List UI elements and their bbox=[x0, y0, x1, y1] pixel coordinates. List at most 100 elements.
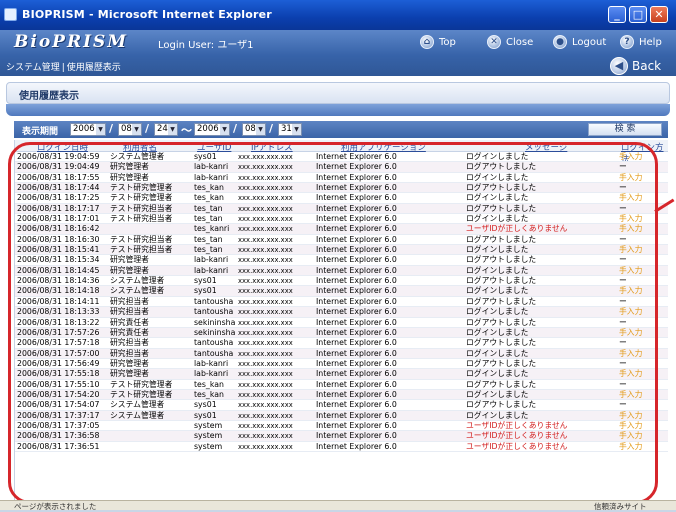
table-row: 2006/08/31 18:15:41 テスト研究担当者 tes_tan xxx.xx… bbox=[15, 245, 668, 256]
table-row: 2006/08/31 18:14:36 システム管理者 sys01 xxx.xxx.x… bbox=[15, 276, 668, 287]
period-filter: 表示期間 2006 ▼ / 08 ▼ / 24 ▼ ～ 2006 ▼ / 08 ▼ / 3… bbox=[14, 121, 668, 138]
cell-user-name: システム管理者 bbox=[110, 152, 165, 161]
cell-message: ログアウトしました bbox=[466, 338, 537, 348]
cell-message: ログアウトしました bbox=[466, 317, 537, 327]
cell-message: ログインしました bbox=[466, 172, 529, 182]
minimize-button[interactable]: _ bbox=[608, 6, 626, 23]
cell-message: ログインしました bbox=[466, 286, 529, 296]
top-button[interactable]: ⌂ Top bbox=[420, 34, 456, 50]
search-button[interactable]: 検 索 bbox=[588, 123, 662, 136]
from-day-select[interactable]: 24 ▼ bbox=[154, 123, 178, 136]
logout-button[interactable]: ● Logout bbox=[553, 34, 606, 50]
cell-application: Internet Explorer 6.0 bbox=[316, 183, 397, 193]
cell-login-method: 手入力 bbox=[619, 265, 643, 275]
close-button[interactable]: ✕ Close bbox=[487, 34, 533, 50]
cell-login-time: 2006/08/31 18:16:30 bbox=[17, 234, 100, 244]
cell-message: ログアウトしました bbox=[466, 255, 537, 265]
cell-ip-address: xxx.xxx.xxx.xxx bbox=[238, 401, 293, 410]
cell-user-name: システム管理者 bbox=[110, 400, 165, 410]
cell-message: ログアウトしました bbox=[466, 276, 537, 286]
page-title: 使用履歴表示 bbox=[19, 91, 79, 102]
back-button[interactable]: ◀ Back bbox=[610, 57, 661, 75]
help-button[interactable]: ? Help bbox=[620, 34, 662, 50]
cell-message: ログインしました bbox=[466, 193, 529, 203]
cell-application: Internet Explorer 6.0 bbox=[316, 369, 397, 379]
cell-user-id: tes_kan bbox=[194, 379, 224, 389]
cell-login-method: 手入力 bbox=[619, 369, 643, 379]
cell-login-method: ー bbox=[619, 400, 627, 410]
cell-user-id: sekininsha bbox=[194, 327, 236, 337]
table-row: 2006/08/31 18:16:30 テスト研究担当者 tes_tan xxx.xx… bbox=[15, 234, 668, 246]
from-year-select[interactable]: 2006 ▼ bbox=[70, 123, 106, 136]
table-row: 2006/08/31 18:14:45 研究管理者 lab-kanri xxx.xxx… bbox=[15, 265, 668, 277]
cell-login-time: 2006/08/31 18:13:33 bbox=[17, 307, 100, 317]
cell-user-id: system bbox=[194, 420, 223, 430]
cell-application: Internet Explorer 6.0 bbox=[316, 441, 397, 451]
cell-user-name: 研究管理者 bbox=[110, 162, 149, 172]
cell-user-name: 研究担当者 bbox=[110, 296, 149, 306]
cell-ip-address: xxx.xxx.xxx.xxx bbox=[238, 235, 293, 244]
cell-user-id: sekininsha bbox=[194, 317, 236, 327]
cell-user-name: 研究担当者 bbox=[110, 307, 149, 317]
cell-user-name: 研究管理者 bbox=[110, 255, 149, 265]
to-year-select[interactable]: 2006 ▼ bbox=[194, 123, 230, 136]
breadcrumb-usage-history: 使用履歴表示 bbox=[66, 63, 121, 73]
table-row: 2006/08/31 17:57:26 研究責任者 sekininsha xxx.xx… bbox=[15, 327, 668, 339]
close-label: Close bbox=[506, 36, 534, 48]
dropdown-arrow-icon: ▼ bbox=[256, 124, 265, 135]
cell-user-id: tes_tan bbox=[194, 214, 223, 224]
cell-login-time: 2006/08/31 17:37:05 bbox=[17, 420, 100, 430]
cell-ip-address: xxx.xxx.xxx.xxx bbox=[238, 370, 293, 379]
table-row: 2006/08/31 17:54:07 システム管理者 sys01 xxx.xxx.x… bbox=[15, 400, 668, 411]
ie-app-icon bbox=[4, 8, 17, 21]
maximize-button[interactable]: □ bbox=[629, 6, 647, 23]
cell-login-time: 2006/08/31 17:36:51 bbox=[17, 441, 100, 451]
dropdown-arrow-icon: ▼ bbox=[292, 124, 301, 135]
logout-label: Logout bbox=[572, 36, 607, 48]
cell-login-method: 手入力 bbox=[619, 245, 643, 255]
cell-user-id: system bbox=[194, 441, 223, 451]
cell-login-time: 2006/08/31 17:57:18 bbox=[17, 338, 100, 348]
home-icon: ⌂ bbox=[420, 35, 434, 49]
table-row: 2006/08/31 18:17:25 テスト研究管理者 tes_kan xxx.xx… bbox=[15, 193, 668, 204]
breadcrumb-system-admin[interactable]: システム管理 bbox=[6, 63, 60, 73]
cell-message: ログアウトしました bbox=[466, 203, 537, 213]
cell-login-method: ー bbox=[619, 296, 627, 306]
table-row: 2006/08/31 17:36:58 system xxx.xxx.xxx.xxx… bbox=[15, 431, 668, 442]
period-label: 表示期間 bbox=[22, 127, 59, 137]
login-user: ユーザ1 bbox=[217, 40, 254, 51]
cell-application: Internet Explorer 6.0 bbox=[316, 296, 397, 306]
cell-ip-address: xxx.xxx.xxx.xxx bbox=[238, 432, 293, 441]
cell-user-id: tes_kan bbox=[194, 193, 224, 203]
from-month-select[interactable]: 08 ▼ bbox=[118, 123, 142, 136]
cell-user-id: lab-kanri bbox=[194, 369, 229, 379]
cell-message: ログアウトしました bbox=[466, 183, 537, 193]
cell-application: Internet Explorer 6.0 bbox=[316, 338, 397, 348]
close-window-button[interactable]: ✕ bbox=[650, 6, 668, 23]
login-label: Login User: bbox=[158, 40, 215, 51]
to-day-select[interactable]: 31 ▼ bbox=[278, 123, 302, 136]
cell-message: ログインしました bbox=[466, 348, 529, 358]
cell-login-method: 手入力 bbox=[619, 348, 643, 358]
cell-message: ログインしました bbox=[466, 214, 529, 224]
cell-ip-address: xxx.xxx.xxx.xxx bbox=[238, 328, 293, 337]
to-month-select[interactable]: 08 ▼ bbox=[242, 123, 266, 136]
cell-application: Internet Explorer 6.0 bbox=[316, 152, 397, 161]
cell-user-id: system bbox=[194, 431, 223, 441]
cell-user-name: テスト研究管理者 bbox=[110, 379, 173, 389]
from-day-value: 24 bbox=[157, 124, 168, 134]
back-label: Back bbox=[632, 59, 662, 73]
cell-ip-address: xxx.xxx.xxx.xxx bbox=[238, 173, 293, 182]
cell-user-id: sys01 bbox=[194, 410, 217, 420]
date-separator: / bbox=[109, 122, 114, 135]
cell-login-time: 2006/08/31 18:14:11 bbox=[17, 296, 100, 306]
table-row: 2006/08/31 18:17:44 テスト研究管理者 tes_kan xxx.xx… bbox=[15, 183, 668, 194]
table-row: 2006/08/31 18:17:55 研究管理者 lab-kanri xxx.xxx… bbox=[15, 172, 668, 184]
cell-ip-address: xxx.xxx.xxx.xxx bbox=[238, 215, 293, 224]
cell-login-method: 手入力 bbox=[619, 307, 643, 317]
cell-login-time: 2006/08/31 17:55:10 bbox=[17, 379, 100, 389]
table-row: 2006/08/31 18:13:22 研究責任者 sekininsha xxx.xx… bbox=[15, 318, 668, 328]
cell-login-method: 手入力 bbox=[619, 431, 643, 441]
cell-application: Internet Explorer 6.0 bbox=[316, 348, 397, 358]
help-label: Help bbox=[639, 36, 662, 48]
